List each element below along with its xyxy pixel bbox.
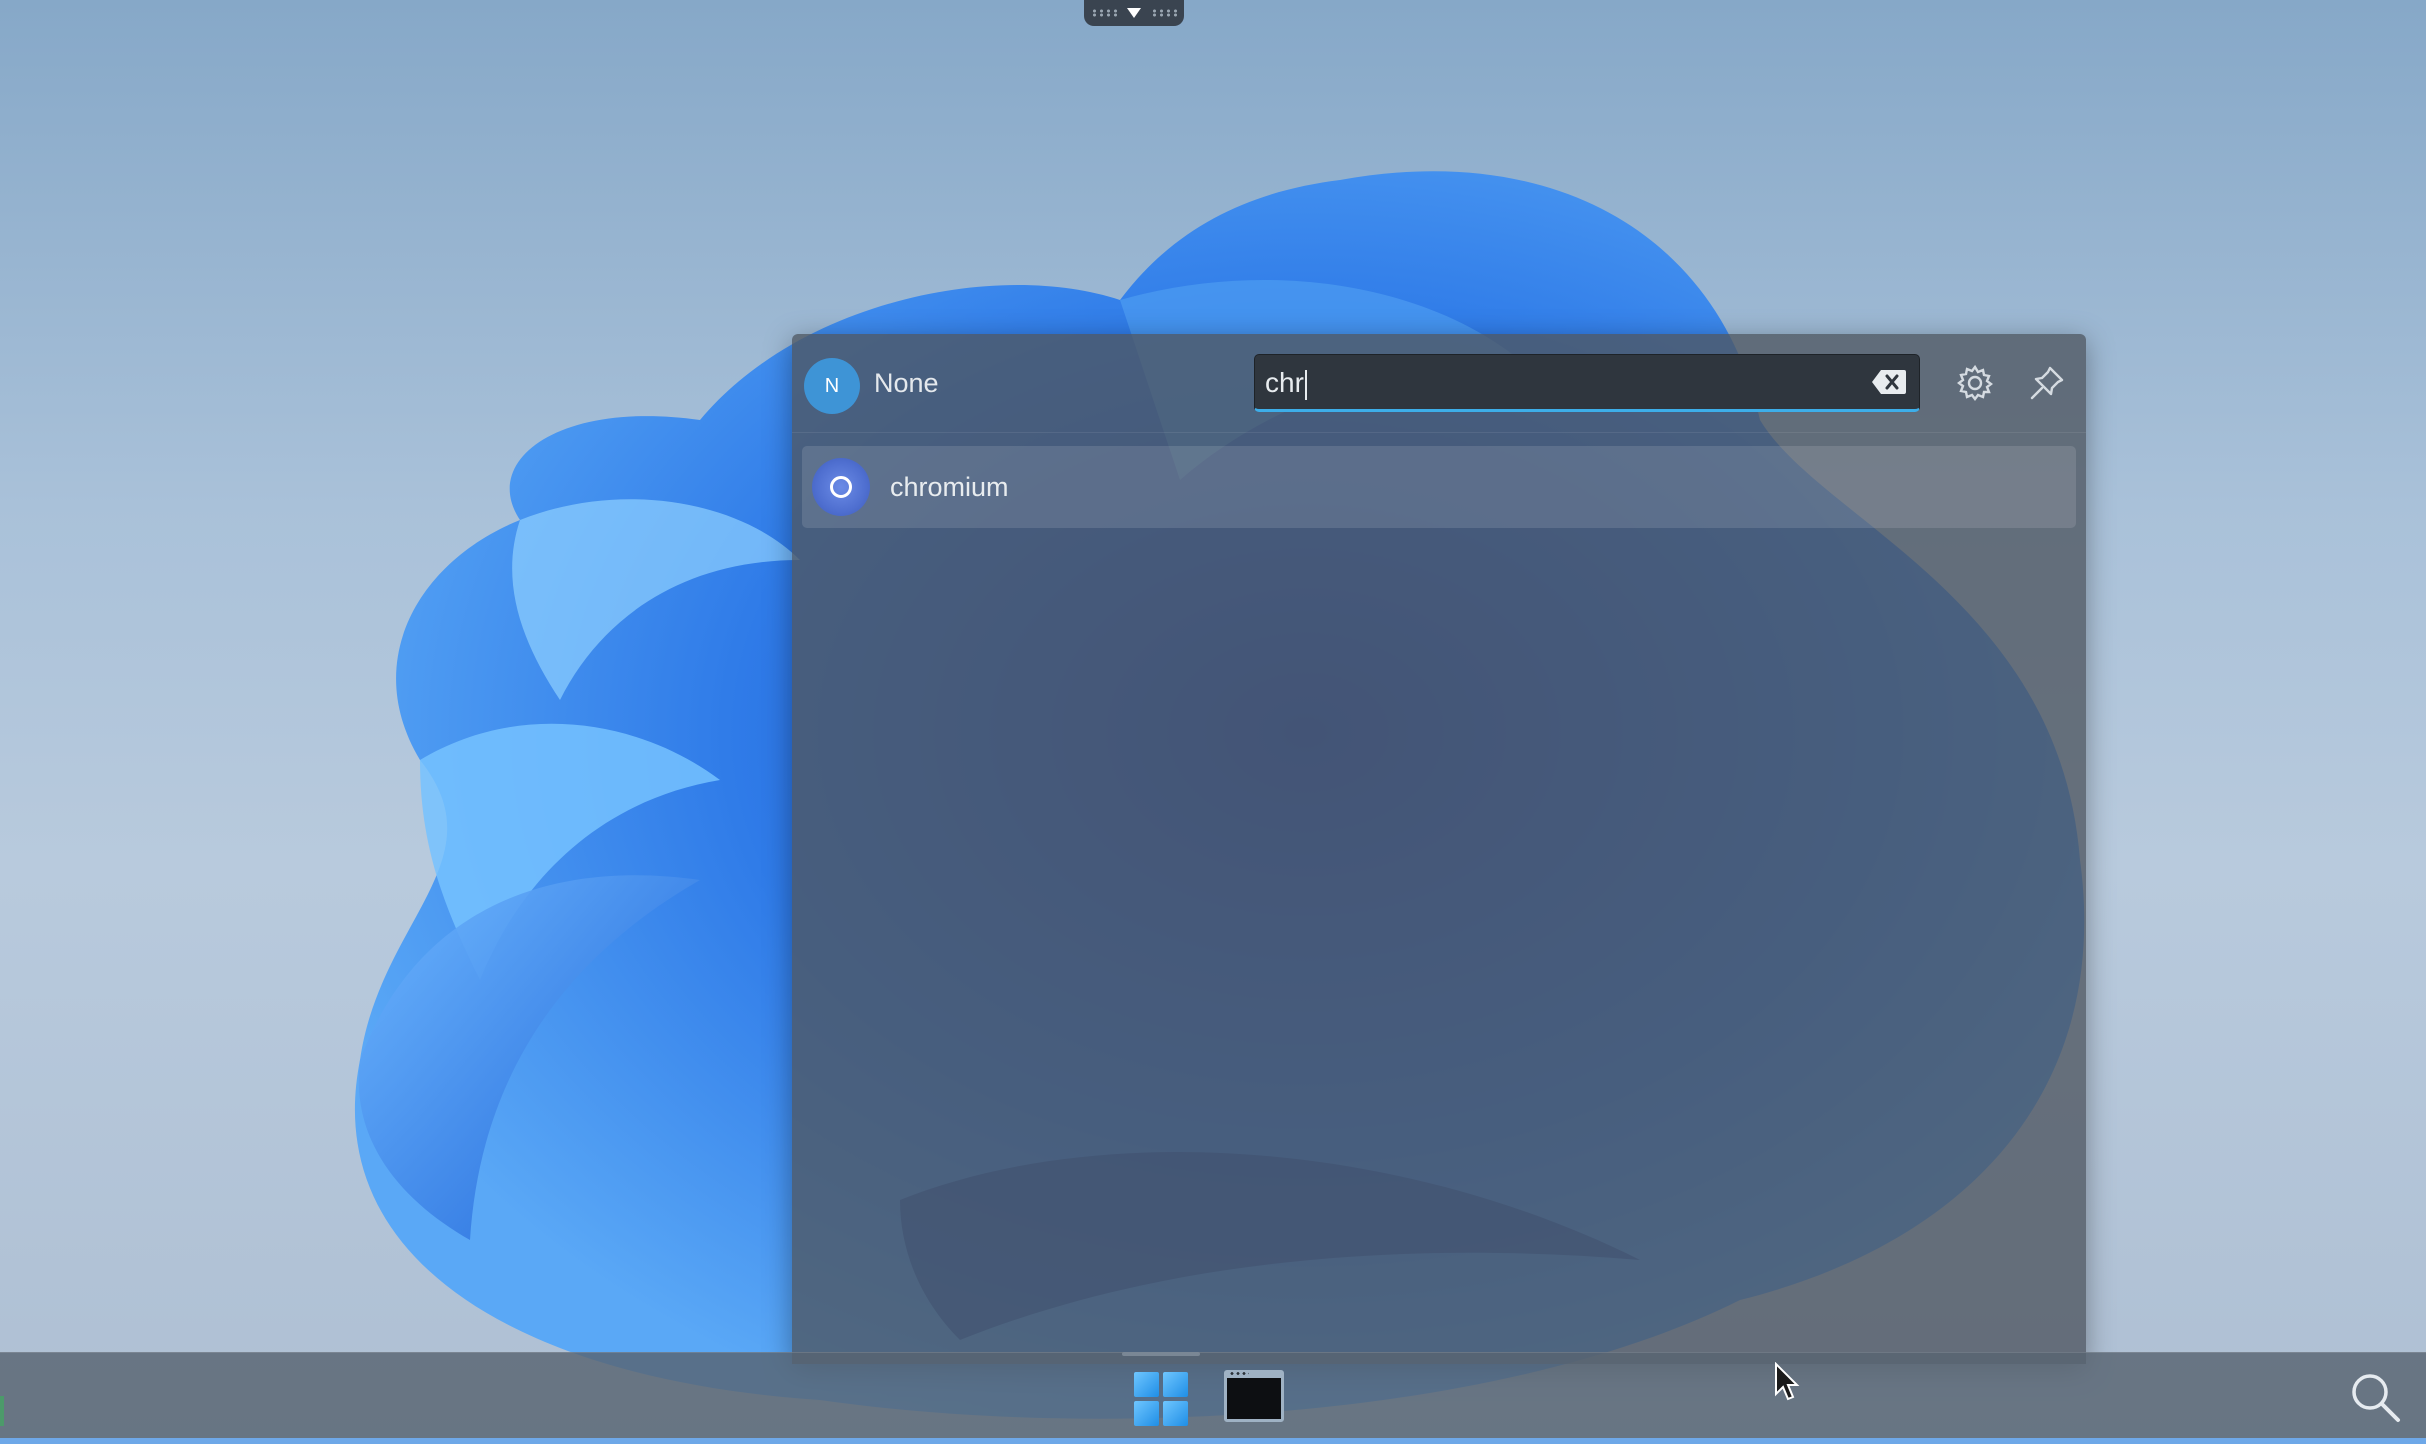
search-input-value: chr [1265, 367, 1307, 400]
windows-logo-icon [1134, 1372, 1159, 1397]
desktop: N None chr chromium [0, 0, 2426, 1444]
app-launcher-panel: N None chr chromium [792, 334, 2086, 1364]
mouse-cursor-icon [1775, 1362, 1800, 1401]
chevron-down-icon [1127, 8, 1141, 18]
terminal-taskbar-button[interactable] [1224, 1370, 1284, 1422]
search-icon [2352, 1374, 2400, 1422]
backspace-clear-icon [1872, 370, 1906, 394]
chromium-icon-ring [830, 476, 852, 498]
text-caret [1304, 369, 1307, 400]
taskbar-search-button[interactable] [2346, 1368, 2404, 1426]
search-input[interactable]: chr [1254, 354, 1920, 412]
windows-logo-icon [1134, 1401, 1159, 1426]
taskbar [0, 1352, 2426, 1444]
top-edge-handle[interactable] [1084, 0, 1184, 26]
start-menu-button[interactable] [1130, 1368, 1192, 1430]
user-avatar[interactable]: N [804, 358, 860, 414]
pin-icon [2030, 366, 2064, 400]
handle-grip-icon [1091, 9, 1117, 17]
search-result-item[interactable]: chromium [802, 446, 2076, 528]
windows-logo-icon [1163, 1372, 1188, 1397]
user-name: None [874, 368, 939, 398]
launcher-header: N None chr [792, 334, 2086, 433]
taskbar-drag-indicator [1122, 1352, 1200, 1356]
gear-icon [1957, 364, 1993, 401]
pin-button[interactable] [2024, 360, 2070, 406]
settings-button[interactable] [1952, 360, 1998, 406]
windows-logo-icon [1163, 1401, 1188, 1426]
left-edge-indicator [0, 1396, 4, 1426]
search-query-text: chr [1265, 367, 1304, 398]
bottom-edge-strip [0, 1438, 2426, 1444]
avatar-initial: N [824, 374, 840, 397]
handle-grip-icon [1151, 9, 1177, 17]
clear-search-button[interactable] [1871, 368, 1907, 396]
chromium-icon [812, 458, 870, 516]
search-result-label: chromium [890, 472, 1009, 502]
